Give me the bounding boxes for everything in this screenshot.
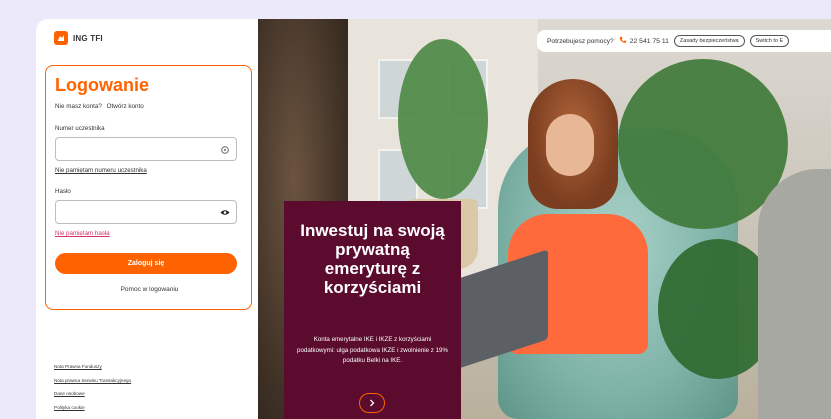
- phone-icon: [619, 36, 627, 46]
- info-icon[interactable]: [220, 145, 230, 154]
- footer-link[interactable]: Nota prawna Serwisu Transakcyjnego: [54, 378, 131, 383]
- phone-link[interactable]: 22 541 75 11: [619, 36, 669, 46]
- promo-title: Inwestuj na swoją prywatną emeryturę z k…: [300, 221, 445, 297]
- switch-language-button[interactable]: Switch to E: [749, 35, 790, 47]
- footer-link[interactable]: Dane osobowe: [54, 391, 131, 396]
- no-account-text: Nie masz konta? Otwórz konto: [55, 103, 144, 110]
- participant-number-input[interactable]: [55, 137, 237, 161]
- chevron-right-icon: [369, 394, 375, 412]
- page-frame: ING TFI Logowanie Nie masz konta? Otwórz…: [36, 19, 831, 419]
- forgot-participant-link[interactable]: Nie pamiętam numeru uczestnika: [55, 167, 147, 174]
- no-account-label: Nie masz konta?: [55, 103, 102, 110]
- security-rules-button[interactable]: Zasady bezpieczeństwa: [673, 35, 745, 47]
- woman-face: [546, 114, 594, 176]
- footer-link[interactable]: Polityka cookie: [54, 405, 131, 410]
- grey-chair: [758, 169, 831, 419]
- login-help-link[interactable]: Pomoc w logowaniu: [46, 286, 253, 293]
- login-form: Logowanie Nie masz konta? Otwórz konto N…: [45, 65, 252, 310]
- help-question: Potrzebujesz pomocy?: [547, 37, 614, 45]
- footer-links: Nota Prawna Funduszy Nota prawna Serwisu…: [54, 364, 131, 418]
- participant-label: Numer uczestnika: [55, 125, 105, 132]
- promo-card: Inwestuj na swoją prywatną emeryturę z k…: [284, 201, 461, 419]
- login-title: Logowanie: [55, 75, 149, 95]
- eye-icon[interactable]: [220, 208, 230, 217]
- forgot-password-link[interactable]: Nie pamiętam hasła: [55, 230, 110, 237]
- phone-number: 22 541 75 11: [629, 37, 669, 45]
- open-account-link[interactable]: Otwórz konto: [107, 103, 144, 110]
- password-label: Hasło: [55, 188, 71, 195]
- top-bar: Potrzebujesz pomocy? 22 541 75 11 Zasady…: [537, 30, 831, 52]
- footer-link[interactable]: Nota Prawna Funduszy: [54, 364, 131, 369]
- promo-arrow-button[interactable]: [359, 393, 385, 413]
- logo[interactable]: ING TFI: [54, 31, 103, 45]
- password-input[interactable]: [55, 200, 237, 224]
- hero-image: Inwestuj na swoją prywatną emeryturę z k…: [258, 19, 831, 419]
- logo-text: ING TFI: [73, 33, 103, 43]
- login-panel: ING TFI Logowanie Nie masz konta? Otwórz…: [36, 19, 258, 419]
- plant-leaves: [398, 39, 488, 199]
- ing-lion-icon: [54, 31, 68, 45]
- promo-text: Konta emerytalne IKE i IKZE z korzyściam…: [297, 336, 448, 364]
- login-button[interactable]: Zaloguj się: [55, 253, 237, 274]
